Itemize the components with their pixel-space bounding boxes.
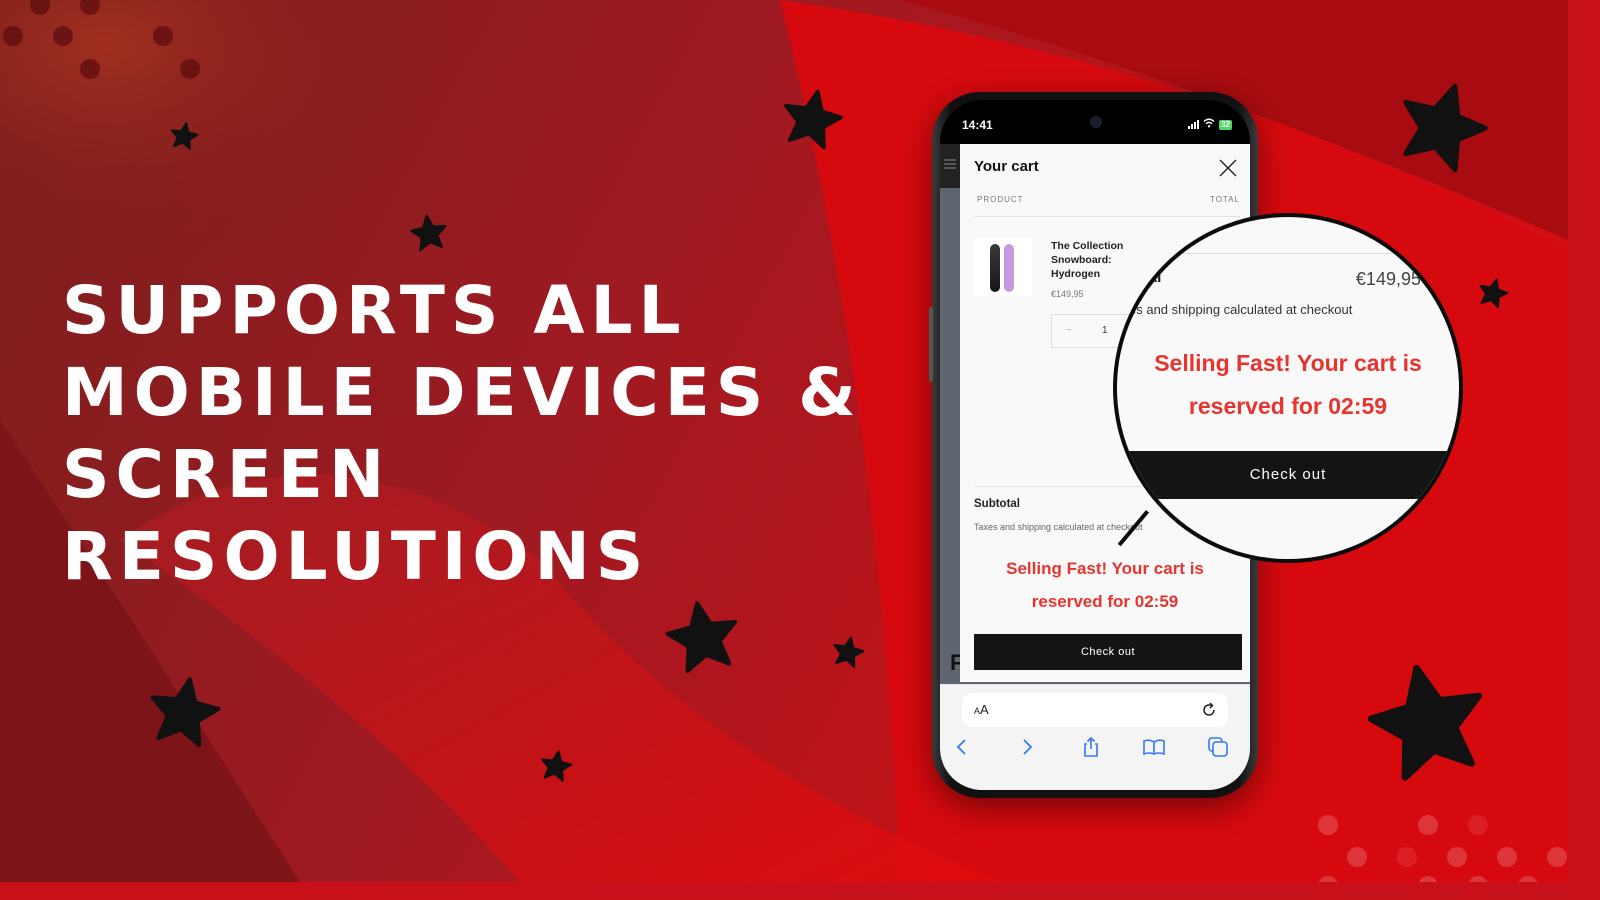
subtotal-label: Subtotal bbox=[974, 498, 1020, 510]
headline-line: Supports all bbox=[62, 272, 687, 349]
back-icon[interactable] bbox=[950, 735, 974, 759]
column-header-product: PRODUCT bbox=[977, 195, 1024, 204]
status-time: 14:41 bbox=[962, 118, 993, 132]
decrease-quantity-button[interactable]: − bbox=[1066, 325, 1072, 336]
urgency-line: reserved for 02:59 bbox=[1031, 592, 1179, 611]
star-icon bbox=[405, 209, 452, 256]
battery-icon: 32 bbox=[1219, 119, 1232, 130]
reader-text-size-button[interactable]: AA bbox=[974, 702, 989, 717]
star-icon bbox=[827, 631, 870, 674]
snowboard-dark bbox=[990, 244, 1000, 292]
magnified-tax-note: es and shipping calculated at checkout bbox=[1129, 302, 1353, 317]
divider bbox=[974, 216, 1240, 217]
star-icon bbox=[772, 79, 853, 160]
magnifier-callout: otal €149,95 es and shipping calculated … bbox=[1113, 213, 1463, 563]
headline-line: mobile devices & bbox=[62, 354, 862, 431]
magnified-subtotal-label: otal bbox=[1133, 269, 1162, 286]
urgency-line: reserved for 02:59 bbox=[1188, 393, 1388, 419]
magnified-subtotal-value: €149,95 bbox=[1355, 269, 1421, 289]
tabs-icon[interactable] bbox=[1206, 735, 1230, 759]
status-bar: 14:41 32 bbox=[940, 100, 1250, 144]
tax-note: Taxes and shipping calculated at checkou… bbox=[974, 522, 1143, 532]
snowboard-purple bbox=[1004, 244, 1014, 292]
browser-nav-row bbox=[940, 735, 1250, 761]
magnified-checkout-button: Check out bbox=[1117, 451, 1459, 499]
signal-icon bbox=[1188, 120, 1200, 129]
headline-line: resolutions bbox=[62, 518, 650, 595]
status-icons: 32 bbox=[1188, 118, 1232, 131]
close-icon[interactable] bbox=[1218, 158, 1238, 178]
camera-icon bbox=[1090, 116, 1102, 128]
forward-icon[interactable] bbox=[1015, 735, 1039, 759]
website-header bbox=[940, 144, 960, 188]
reload-icon[interactable] bbox=[1200, 701, 1218, 719]
cart-title: Your cart bbox=[974, 158, 1039, 175]
aa-large: A bbox=[980, 702, 989, 717]
product-image[interactable] bbox=[974, 238, 1032, 296]
address-bar[interactable]: AA bbox=[962, 693, 1228, 727]
urgency-line: Selling Fast! Your cart is bbox=[1006, 559, 1204, 578]
star-icon bbox=[1350, 644, 1507, 801]
bookmarks-icon[interactable] bbox=[1142, 735, 1166, 759]
star-icon bbox=[165, 117, 202, 154]
urgency-timer-message: Selling Fast! Your cart is reserved for … bbox=[960, 552, 1250, 618]
checkout-button[interactable]: Check out bbox=[974, 634, 1242, 670]
headline-line: screen bbox=[62, 436, 391, 513]
browser-toolbar: AA bbox=[940, 684, 1250, 790]
column-header-total: TOTAL bbox=[1209, 195, 1240, 204]
wifi-icon bbox=[1203, 118, 1215, 131]
star-icon bbox=[656, 590, 751, 685]
urgency-line: Selling Fast! Your cart is bbox=[1154, 350, 1422, 376]
star-icon bbox=[535, 745, 577, 787]
menu-icon bbox=[944, 159, 956, 169]
headline: Supports all mobile devices & screen res… bbox=[62, 270, 862, 598]
share-icon[interactable] bbox=[1079, 735, 1103, 759]
quantity-value[interactable]: 1 bbox=[1102, 325, 1108, 336]
phone-side-button bbox=[929, 307, 933, 382]
product-price: €149,95 bbox=[1051, 289, 1084, 299]
divider bbox=[1117, 253, 1459, 254]
magnified-urgency-message: Selling Fast! Your cart is reserved for … bbox=[1117, 342, 1459, 428]
star-icon bbox=[138, 666, 231, 759]
